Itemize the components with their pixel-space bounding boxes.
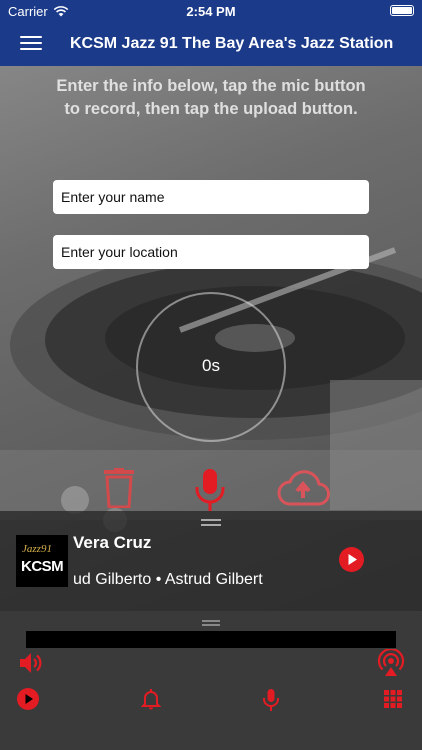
alerts-button[interactable] — [140, 688, 162, 710]
hamburger-icon[interactable] — [20, 32, 42, 56]
clock: 2:54 PM — [186, 4, 236, 19]
navigation-bar: KCSM Jazz 91 The Bay Area's Jazz Station — [0, 22, 422, 66]
microphone-icon — [195, 469, 225, 511]
logo-kcsm-text: KCSM — [21, 558, 64, 575]
volume-button[interactable] — [19, 651, 45, 675]
microphone-tab-button[interactable] — [262, 688, 280, 712]
upload-button[interactable] — [274, 468, 332, 512]
instructions-text: Enter the info below, tap the mic button… — [56, 77, 366, 118]
song-title: Vera Cruz — [73, 533, 152, 552]
page-title: KCSM Jazz 91 The Bay Area's Jazz Station — [70, 35, 394, 52]
drag-handle[interactable] — [201, 519, 221, 526]
status-bar: Carrier 2:54 PM — [0, 0, 422, 22]
microphone-icon — [263, 689, 279, 711]
artist-name: ud Gilberto • Astrud Gilbert — [73, 571, 263, 588]
play-icon — [25, 694, 33, 704]
play-icon — [348, 554, 357, 565]
record-button[interactable] — [190, 468, 230, 512]
location-input[interactable] — [53, 235, 369, 269]
recording-timer: 0s — [202, 356, 220, 375]
more-button[interactable] — [383, 689, 403, 709]
name-input[interactable] — [53, 180, 369, 214]
panel-drag-handle[interactable] — [202, 620, 220, 626]
logo-jazz-text: Jazz91 — [22, 543, 52, 555]
trash-button[interactable] — [99, 468, 139, 512]
grid-icon — [384, 690, 402, 708]
now-playing-play-button[interactable] — [339, 547, 364, 572]
progress-track — [26, 631, 396, 648]
play-button[interactable] — [17, 688, 39, 710]
bell-icon — [140, 689, 162, 710]
cloud-upload-icon — [277, 470, 330, 506]
station-logo: Jazz91 KCSM — [16, 535, 68, 587]
airplay-button[interactable] — [377, 647, 405, 677]
battery-icon — [390, 5, 414, 16]
volume-icon — [20, 653, 42, 673]
broadcast-icon — [377, 647, 405, 676]
trash-icon — [104, 468, 134, 508]
